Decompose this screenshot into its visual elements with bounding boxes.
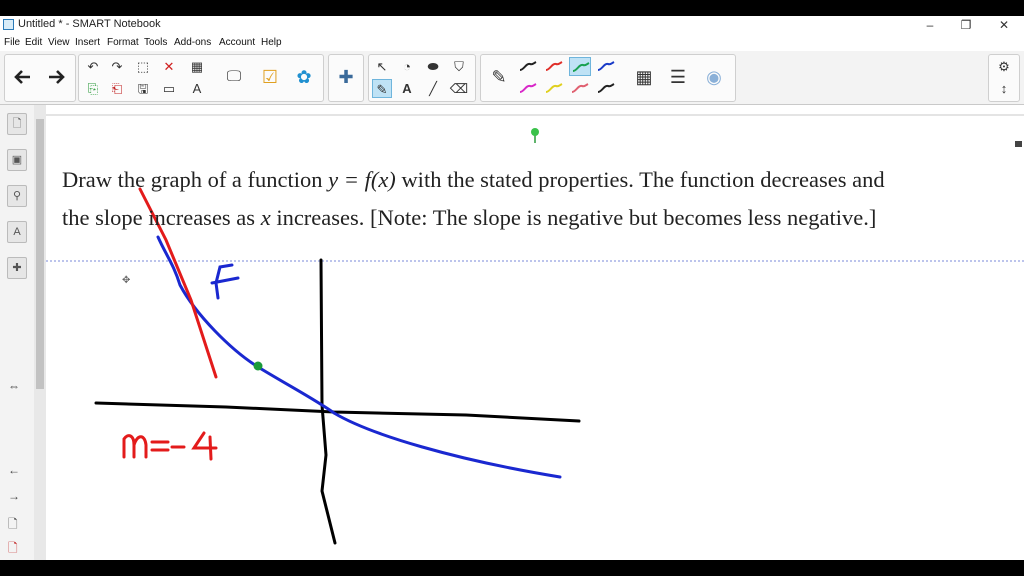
page-sorter-tab[interactable]: 🗋 — [7, 113, 27, 135]
line-style-icon[interactable]: ☰ — [663, 57, 693, 97]
pen-color-swatch[interactable] — [543, 79, 565, 98]
variable-x: x — [260, 205, 271, 230]
page-delete-icon[interactable]: ⎗ — [107, 79, 127, 98]
fill-icon[interactable]: ⬬ — [423, 57, 443, 76]
gallery-tab[interactable]: ▣ — [7, 149, 27, 171]
activity-icon[interactable]: ✿ — [289, 57, 319, 97]
menu-help[interactable]: Help — [261, 37, 282, 48]
menu-edit[interactable]: Edit — [25, 37, 42, 48]
pen-group: ✎ ▦ ☰ ◉ — [480, 54, 736, 102]
problem-line1-start: Draw the graph of a function — [62, 167, 329, 192]
undo-icon[interactable]: ↶ — [83, 57, 103, 76]
nav-group — [4, 54, 76, 102]
pen-color-swatch[interactable] — [517, 79, 539, 98]
addons-group: ✚ — [328, 54, 364, 102]
screen-share-icon[interactable]: 🖵 — [219, 57, 249, 97]
toolbar: ↶ ↷ ⬚ ✕ ▦ ⎘ ⎗ 🖫 ▭ A 🖵 ☑ ✿ ✚ ↖ ◔ ⬬ ⛉ ✎ A … — [0, 51, 1024, 105]
previous-page-icon[interactable]: ← — [8, 463, 20, 477]
menu-file[interactable]: File — [4, 37, 20, 48]
properties-tab[interactable]: A — [7, 221, 27, 243]
line-icon[interactable]: ╱ — [423, 79, 443, 98]
scrollbar-thumb[interactable] — [36, 119, 44, 389]
edit-group: ↶ ↷ ⬚ ✕ ▦ ⎘ ⎗ 🖫 ▭ A 🖵 ☑ ✿ — [78, 54, 324, 102]
screen-shade-icon[interactable]: ▭ — [159, 79, 179, 98]
text-icon[interactable]: A — [397, 79, 417, 98]
gear-icon[interactable]: ⚙ — [994, 57, 1014, 76]
shape-icon[interactable]: ◔ — [397, 57, 417, 76]
problem-text[interactable]: Draw the graph of a function y = f(x) wi… — [62, 161, 1017, 237]
pen-color-swatch[interactable] — [543, 57, 565, 76]
addons-tab[interactable]: ✚ — [7, 257, 27, 279]
vertical-scrollbar[interactable] — [34, 105, 46, 560]
forward-arrow-icon[interactable] — [41, 57, 71, 97]
text-format-icon[interactable]: A — [187, 79, 207, 98]
clear-icon[interactable]: ⎘ — [83, 79, 103, 98]
notebook-page[interactable]: ✥ Draw the graph of a function y = f(x) … — [46, 105, 1024, 560]
y-axis — [319, 258, 337, 545]
color-palette-icon[interactable]: ▦ — [629, 57, 659, 97]
pen-icon[interactable]: ✎ — [484, 57, 514, 97]
function-equation: y = f(x) — [328, 167, 396, 192]
settings-group: ⚙ ↕ — [988, 54, 1020, 102]
tangent-point — [253, 361, 263, 371]
maximize-button[interactable]: ❐ — [956, 17, 976, 33]
pen-color-swatch[interactable] — [595, 79, 617, 98]
add-page-icon[interactable]: 🗋 — [8, 515, 18, 536]
toolbar-move-icon[interactable]: ↕ — [994, 79, 1014, 98]
function-label-f — [210, 263, 240, 300]
pen-color-swatch[interactable] — [569, 57, 591, 76]
menu-insert[interactable]: Insert — [75, 37, 100, 48]
response-icon[interactable]: ☑ — [255, 57, 285, 97]
menu-account[interactable]: Account — [219, 37, 255, 48]
tools-group: ↖ ◔ ⬬ ⛉ ✎ A ╱ ⌫ — [368, 54, 476, 102]
slope-label — [122, 431, 218, 461]
minimize-button[interactable]: – — [920, 17, 940, 33]
problem-line1-end: with the stated properties. The function… — [395, 167, 885, 192]
save-icon[interactable]: 🖫 — [133, 79, 153, 98]
pen-color-swatch[interactable] — [595, 57, 617, 76]
select-icon[interactable]: ↖ — [372, 57, 392, 76]
close-button[interactable]: ✕ — [994, 17, 1014, 33]
pen-color-swatch[interactable] — [517, 57, 539, 76]
delete-page-icon[interactable]: 🗋 — [8, 539, 18, 560]
menu-bar: File Edit View Insert Format Tools Add-o… — [0, 34, 1024, 51]
problem-line2-end: increases. [Note: The slope is negative … — [270, 205, 877, 230]
addons-icon[interactable]: ✚ — [331, 57, 361, 97]
app-icon — [3, 19, 14, 30]
table-icon[interactable]: ▦ — [187, 57, 207, 76]
text-box-menu-icon — [1015, 141, 1022, 147]
properties-icon[interactable]: ◉ — [699, 57, 729, 97]
redo-icon[interactable]: ↷ — [107, 57, 127, 76]
menu-format[interactable]: Format — [107, 37, 139, 48]
cursor-icon: ✥ — [122, 275, 130, 286]
problem-line2-start: the slope increases as — [62, 205, 261, 230]
paint-bucket-icon[interactable]: ⛉ — [449, 57, 469, 76]
rotate-handle-icon — [531, 128, 539, 136]
window-title: Untitled * - SMART Notebook — [18, 18, 161, 30]
bottom-letterbox — [0, 560, 1024, 576]
menu-tools[interactable]: Tools — [144, 37, 167, 48]
eraser-icon[interactable]: ⌫ — [449, 79, 469, 98]
title-bar: Untitled * - SMART Notebook – ❐ ✕ — [0, 16, 1024, 34]
x-axis — [94, 401, 581, 423]
menu-view[interactable]: View — [48, 37, 70, 48]
pen-tool-icon[interactable]: ✎ — [372, 79, 392, 98]
pen-color-swatch[interactable] — [569, 79, 591, 98]
back-arrow-icon[interactable] — [8, 57, 38, 97]
attachments-tab[interactable]: ⚲ — [7, 185, 27, 207]
next-page-icon[interactable]: → — [8, 489, 20, 503]
menu-addons[interactable]: Add-ons — [174, 37, 211, 48]
page-add-icon[interactable]: ⬚ — [133, 57, 153, 76]
delete-icon[interactable]: ✕ — [159, 57, 179, 76]
sidebar-resize-icon[interactable]: ⇔ — [8, 379, 20, 393]
